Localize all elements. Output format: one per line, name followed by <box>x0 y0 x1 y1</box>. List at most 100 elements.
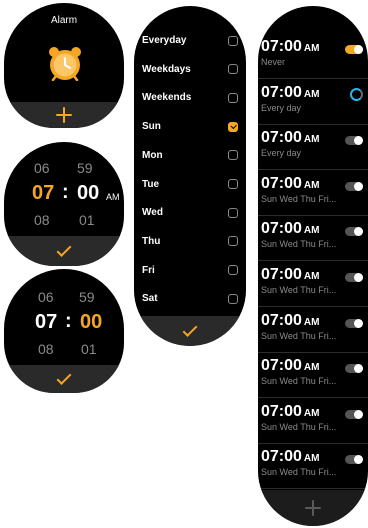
alarm-time: 07:00 AM <box>261 220 319 238</box>
alarm-toggle-off[interactable] <box>345 273 363 282</box>
checkmark-icon <box>182 321 198 337</box>
alarm-list-item[interactable]: 07:00 AM Sun Wed Thu Fri... <box>258 172 368 216</box>
confirm-button[interactable] <box>134 316 246 346</box>
repeat-option[interactable]: Weekdays <box>142 64 238 75</box>
alarm-ampm: AM <box>303 134 320 146</box>
alarm-toggle-on[interactable] <box>345 45 363 54</box>
repeat-option[interactable]: Thu <box>142 236 238 247</box>
repeat-option[interactable]: Sun <box>142 121 238 132</box>
add-alarm-button[interactable] <box>258 490 368 526</box>
alarm-time-value: 07:00 <box>261 357 302 375</box>
alarm-time-value: 07:00 <box>261 220 302 238</box>
add-alarm-button[interactable] <box>4 102 124 128</box>
checkbox-checked-icon[interactable] <box>228 121 238 132</box>
alarm-list-item[interactable]: 07:00 AM Never <box>258 35 368 79</box>
alarm-clock-icon <box>49 47 81 81</box>
alarm-time-value: 07:00 <box>261 402 302 420</box>
prev-minute[interactable]: 59 <box>79 289 95 305</box>
alarm-ampm: AM <box>303 43 320 54</box>
alarm-time: 07:00 AM <box>261 403 319 421</box>
confirm-button[interactable] <box>4 236 124 266</box>
confirm-button[interactable] <box>4 365 124 393</box>
repeat-option-label: Tue <box>142 178 160 190</box>
alarm-time: 07:00 AM <box>261 448 319 466</box>
hour-selector[interactable]: 07 <box>35 311 57 334</box>
alarm-toggle-off[interactable] <box>345 181 363 191</box>
alarm-repeat-summary: Sun Wed Thu Fri... <box>261 421 337 432</box>
plus-icon <box>56 107 72 123</box>
checkbox-icon[interactable] <box>228 236 238 247</box>
checkbox-icon[interactable] <box>228 265 238 276</box>
checkbox-icon[interactable] <box>228 150 238 161</box>
alarm-ampm: AM <box>303 88 320 100</box>
minute-selector[interactable]: 00 <box>80 311 102 334</box>
ampm-selector[interactable]: AM <box>106 192 120 202</box>
alarm-list-item[interactable]: 07:00 AM Sun Wed Thu Fri... <box>258 263 368 307</box>
repeat-option-label: Sat <box>142 293 158 305</box>
checkbox-icon[interactable] <box>228 207 238 218</box>
repeat-option-label: Thu <box>142 235 161 247</box>
alarm-time-value: 07:00 <box>261 266 302 283</box>
alarm-time-value: 07:00 <box>261 448 302 466</box>
repeat-option-label: Weekends <box>142 92 192 104</box>
repeat-options-screen: Everyday Weekdays Weekends Sun Mon Tue Wed Thu F… <box>134 6 246 346</box>
repeat-option[interactable]: Tue <box>142 179 238 190</box>
alarm-ampm: AM <box>303 179 320 191</box>
minute-selector[interactable]: 00 <box>77 182 99 205</box>
alarm-toggle-off[interactable] <box>345 455 363 465</box>
alarm-list-item[interactable]: 07:00 AM Sun Wed Thu Fri... <box>258 400 368 444</box>
alarm-toggle-off[interactable] <box>345 409 363 419</box>
alarm-ampm: AM <box>303 453 320 465</box>
next-hour[interactable]: 08 <box>38 341 54 357</box>
repeat-option-label: Sun <box>142 121 161 133</box>
alarm-ampm: AM <box>303 225 320 237</box>
alarm-toggle-off[interactable] <box>345 136 363 146</box>
next-minute[interactable]: 01 <box>81 341 97 357</box>
prev-hour[interactable]: 06 <box>38 289 54 305</box>
prev-minute[interactable]: 59 <box>77 160 93 176</box>
alarm-ampm: AM <box>303 362 320 374</box>
next-minute[interactable]: 01 <box>79 212 95 228</box>
next-hour[interactable]: 08 <box>34 212 50 228</box>
repeat-option[interactable]: Weekends <box>142 92 238 103</box>
alarm-ampm: AM <box>303 407 320 419</box>
alarm-time-value: 07:00 <box>261 311 302 329</box>
alarm-repeat-summary: Sun Wed Thu Fri... <box>261 376 337 387</box>
plus-icon <box>305 500 321 516</box>
alarm-toggle-off[interactable] <box>345 227 363 237</box>
alarm-repeat-summary: Sun Wed Thu Fri... <box>261 193 337 204</box>
hour-selector[interactable]: 07 <box>32 182 54 205</box>
checkbox-icon[interactable] <box>228 179 238 189</box>
app-title: Alarm <box>50 15 78 26</box>
repeat-option[interactable]: Everyday <box>142 35 238 46</box>
alarm-list-item[interactable]: 07:00 AM Sun Wed Thu Fri... <box>258 309 368 353</box>
repeat-option-label: Mon <box>142 149 163 161</box>
alarm-repeat-summary: Sun Wed Thu Fri... <box>261 239 337 250</box>
checkbox-icon[interactable] <box>228 293 238 304</box>
prev-hour[interactable]: 06 <box>34 160 50 176</box>
repeat-option[interactable]: Mon <box>142 150 238 161</box>
alarm-list-item[interactable]: 07:00 AM Sun Wed Thu Fri... <box>258 354 368 399</box>
alarm-time: 07:00 AM <box>261 84 319 102</box>
alarm-time-value: 07:00 <box>261 129 302 147</box>
alarm-list-item[interactable]: 07:00 AM Sun Wed Thu Fri... <box>258 217 368 262</box>
alarm-time-value: 07:00 <box>261 38 302 55</box>
repeat-option[interactable]: Fri <box>142 265 238 276</box>
alarm-list-item[interactable]: 07:00 AM Sun Wed Thu Fri... <box>258 445 368 490</box>
repeat-option[interactable]: Sat <box>142 293 238 304</box>
checkbox-icon[interactable] <box>228 64 238 75</box>
checkmark-icon <box>56 369 72 385</box>
checkbox-icon[interactable] <box>228 35 238 46</box>
alarm-repeat-summary: Sun Wed Thu Fri... <box>261 467 337 478</box>
alarm-list-screen: 07:00 AM Never 07:00 AM Every day 07:00 AM Every… <box>258 6 368 526</box>
repeat-option[interactable]: Wed <box>142 207 238 218</box>
alarm-list-item[interactable]: 07:00 AM Every day <box>258 126 368 171</box>
alarm-repeat-summary: Sun Wed Thu Fri... <box>261 285 337 295</box>
alarm-list-item[interactable]: 07:00 AM Every day <box>258 81 368 125</box>
alarm-toggle-off[interactable] <box>345 318 363 328</box>
alarm-toggle-off[interactable] <box>345 364 363 374</box>
loading-spinner-icon <box>350 87 363 101</box>
checkbox-icon[interactable] <box>228 92 238 103</box>
alarm-time: 07:00 AM <box>261 175 319 193</box>
alarm-repeat-summary: Never <box>261 57 286 67</box>
